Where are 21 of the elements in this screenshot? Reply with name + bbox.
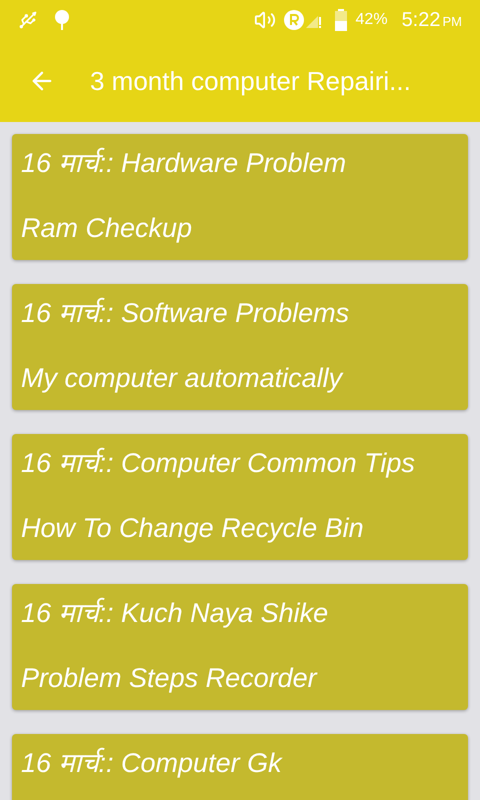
card-subtitle: My computer automatically <box>21 362 344 395</box>
card-subtitle: Problem Steps Recorder <box>21 662 318 695</box>
card-subtitle: Ram Checkup <box>21 212 194 245</box>
roaming-icon <box>284 10 304 30</box>
card-title: 16 मार्च:: Computer Common Tips <box>21 446 416 480</box>
article-card[interactable]: 16 मार्च:: Computer Common Tips How To Change Recycle Bin <box>12 434 468 560</box>
card-title: 16 मार्च:: Computer Gk <box>21 746 284 780</box>
article-card[interactable]: 16 मार्च:: Software Problems My computer automatically <box>12 284 468 410</box>
card-title: 16 मार्च:: Kuch Naya Shike <box>21 596 330 630</box>
article-card[interactable]: 16 मार्च:: Computer Gk <box>12 734 468 800</box>
battery-percentage: 42% <box>356 10 388 30</box>
article-card[interactable]: 16 मार्च:: Hardware Problem Ram Checkup <box>12 134 468 260</box>
card-title: 16 मार्च:: Software Problems <box>21 296 350 330</box>
battery-icon <box>334 9 348 31</box>
card-title: 16 मार्च:: Hardware Problem <box>21 146 348 180</box>
card-subtitle: How To Change Recycle Bin <box>21 512 365 545</box>
toolbar-title: 3 month computer Repairi... <box>90 64 411 98</box>
usb-icon <box>18 10 38 30</box>
volume-icon <box>254 9 276 31</box>
article-card[interactable]: 16 मार्च:: Kuch Naya Shike Problem Steps Recorder <box>12 584 468 710</box>
clock: 5:22 PM <box>402 8 462 33</box>
